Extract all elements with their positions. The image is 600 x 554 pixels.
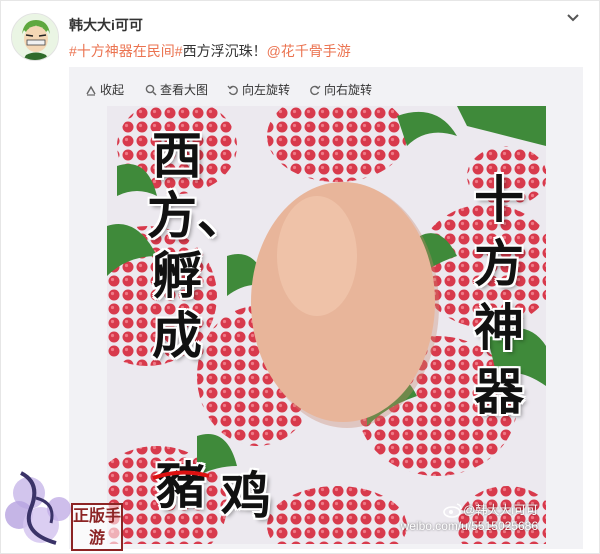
collapse-label: 收起 [100, 83, 125, 97]
rotate-right-icon [310, 85, 321, 95]
photo-caption-left: 西方、孵成 [147, 126, 247, 365]
hashtag-link[interactable]: #十方神器在民间# [69, 43, 183, 59]
collapse-icon [86, 85, 96, 96]
rotate-left-button[interactable]: 向左旋转 [227, 81, 290, 98]
author-name[interactable]: 韩大大i可可 [69, 15, 143, 35]
weibo-post-card: 韩大大i可可 #十方神器在民间#西方浮沉珠！@花千骨手游 收起 查看大图 向左旋… [0, 0, 600, 554]
photo-caption-right: 十方神器 [474, 170, 524, 421]
watermark-url: weibo.com/u/5515025686 [400, 519, 538, 533]
collapse-button[interactable]: 收起 [85, 81, 124, 98]
photo-caption-ji: 鸡 [221, 466, 271, 525]
post-text: #十方神器在民间#西方浮沉珠！@花千骨手游 [69, 41, 351, 61]
view-large-button[interactable]: 查看大图 [145, 81, 208, 98]
rotate-left-label: 向左旋转 [242, 83, 291, 97]
zoom-icon [145, 84, 157, 96]
post-body-text: 西方浮沉珠！ [182, 43, 267, 59]
rotate-right-button[interactable]: 向右旋转 [309, 81, 372, 98]
zhengban-seal: 正版手游 [71, 503, 123, 551]
media-toolbar: 收起 查看大图 向左旋转 向右旋转 [69, 67, 583, 107]
view-large-label: 查看大图 [160, 83, 209, 97]
avatar-image [12, 14, 58, 60]
chevron-down-icon[interactable] [565, 10, 581, 26]
avatar[interactable] [11, 13, 59, 61]
weibo-watermark: @韩大大i可可 weibo.com/u/5515025686 [401, 502, 538, 534]
game-corner-logo: 正版手游 [1, 463, 131, 553]
media-box: 收起 查看大图 向左旋转 向右旋转 西方、孵成 豬 鸡 十方神器 @韩大大i可可… [69, 67, 583, 549]
mention-link[interactable]: @花千骨手游 [267, 43, 351, 59]
rotate-left-icon [227, 85, 238, 95]
strikethrough-mark [152, 470, 210, 480]
weibo-eye-icon [443, 503, 462, 518]
post-photo[interactable]: 西方、孵成 豬 鸡 十方神器 @韩大大i可可 weibo.com/u/55150… [107, 106, 546, 544]
watermark-handle: @韩大大i可可 [463, 503, 538, 517]
rotate-right-label: 向右旋转 [324, 83, 373, 97]
